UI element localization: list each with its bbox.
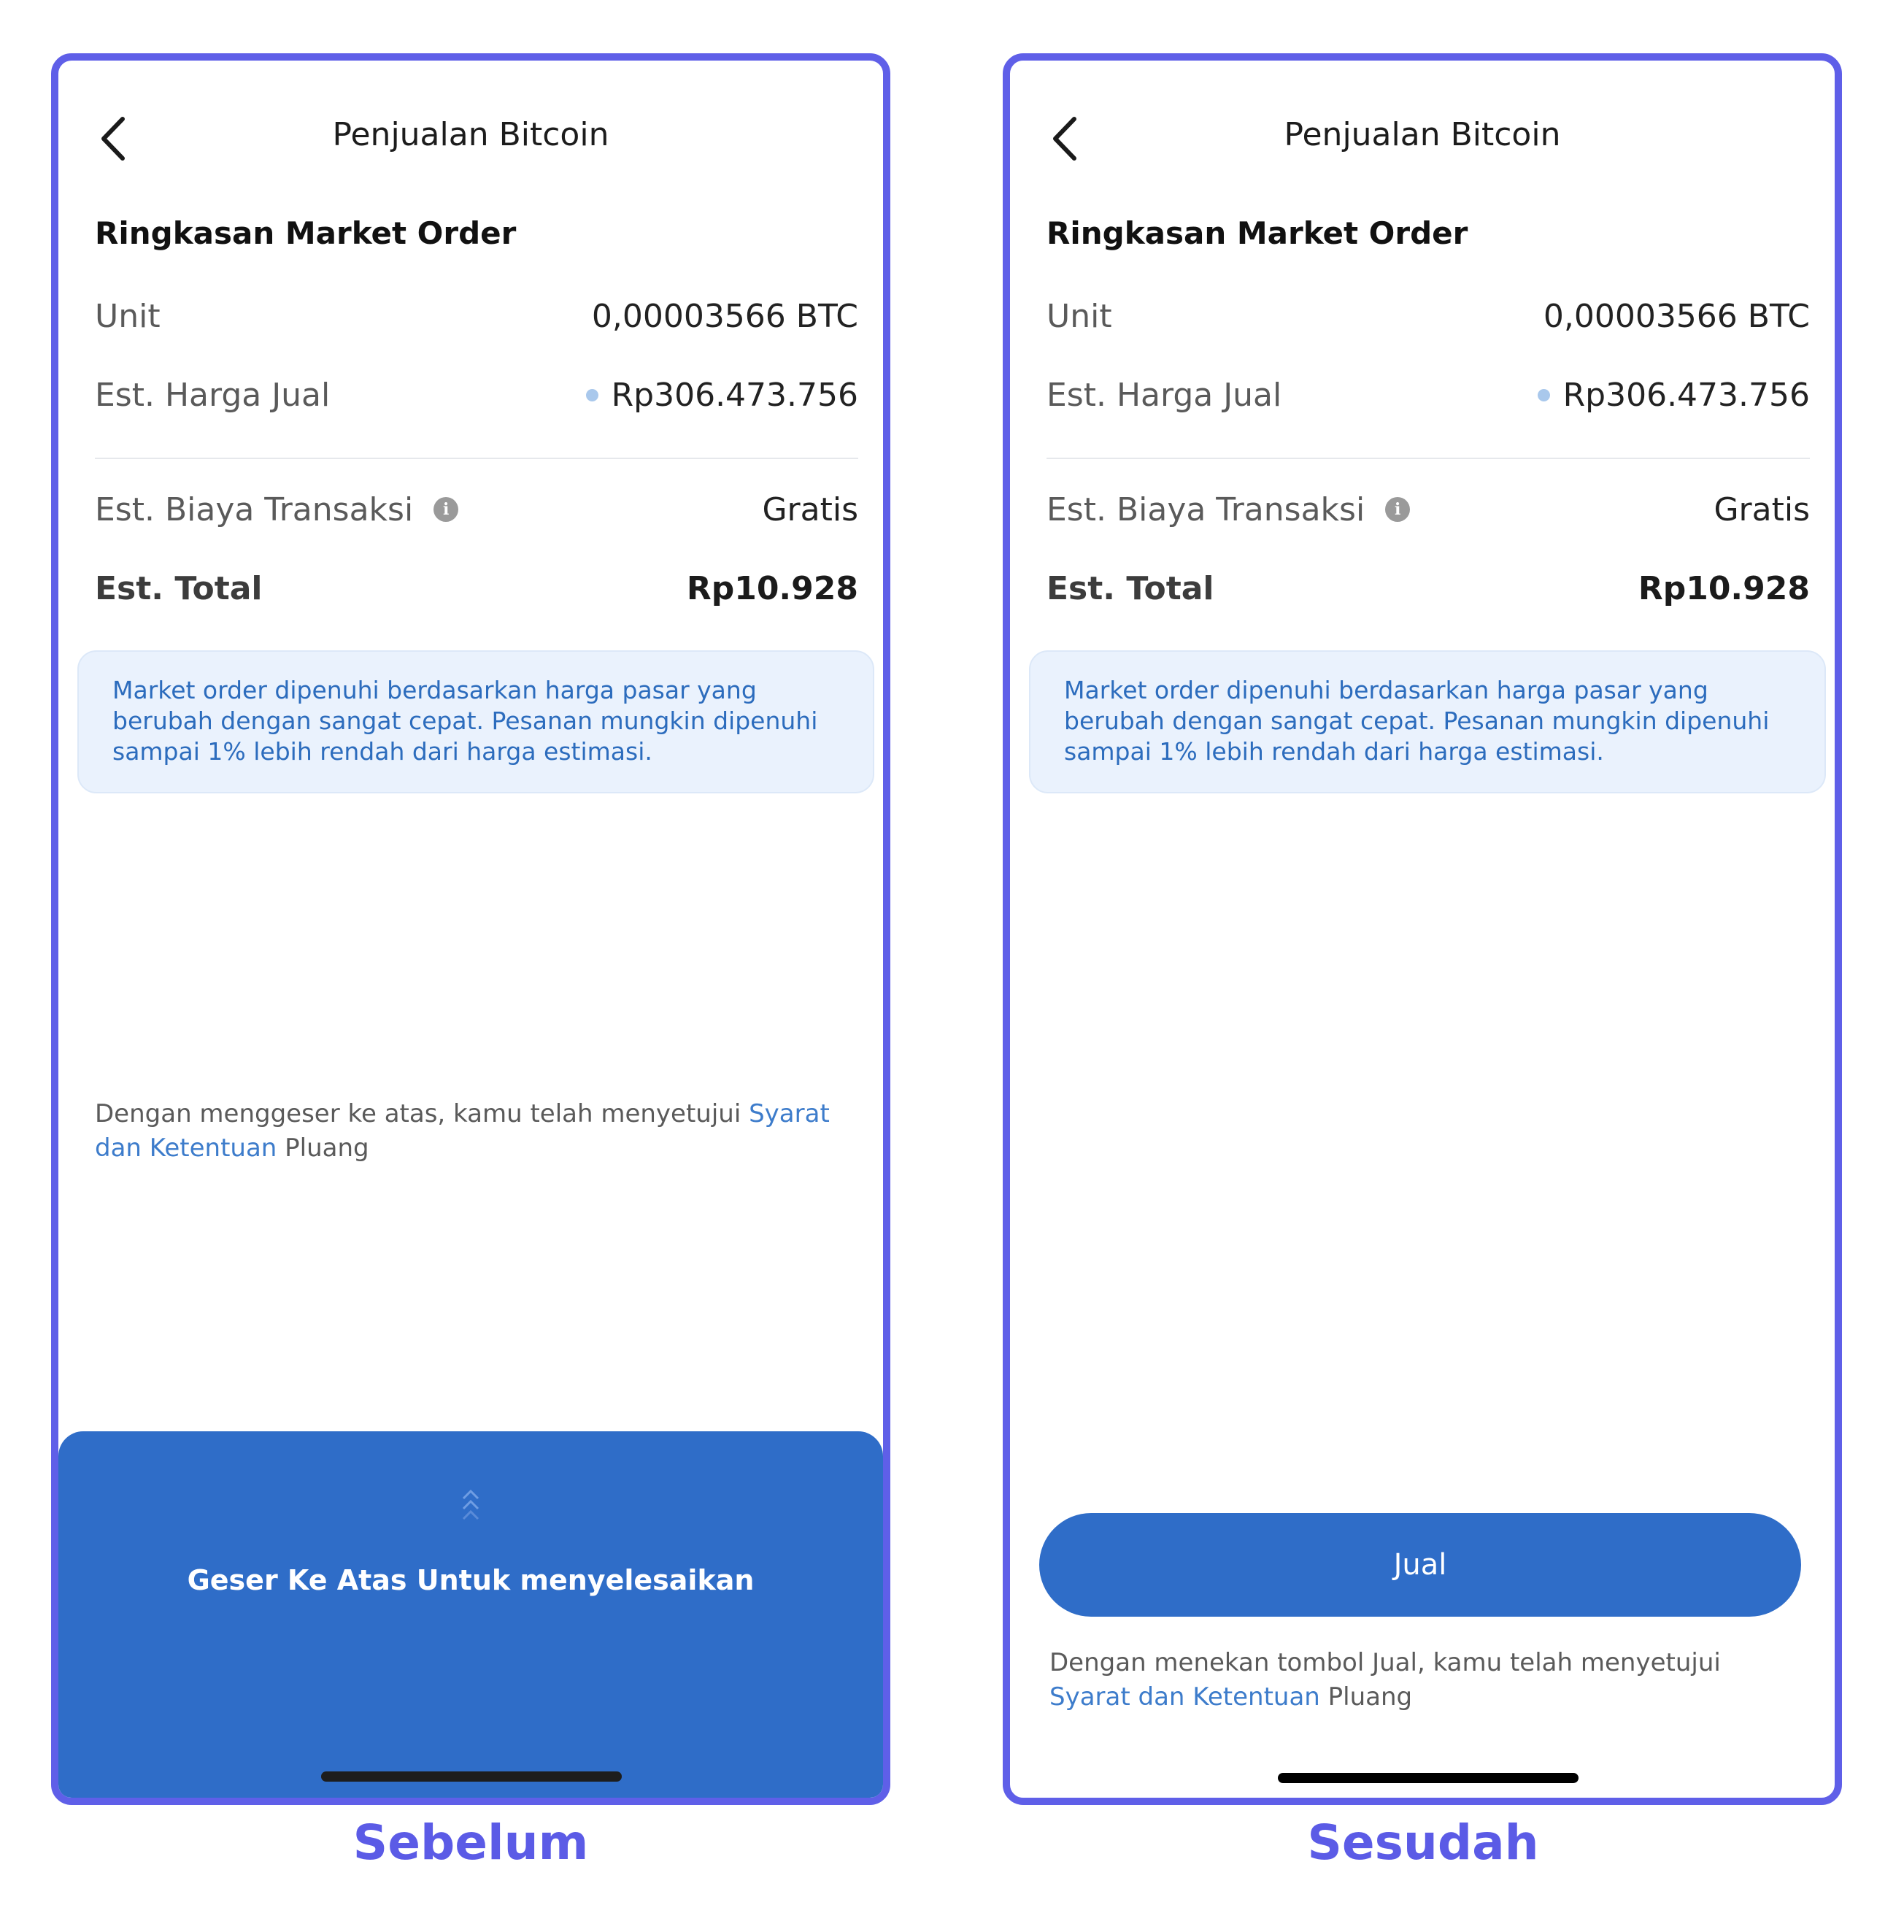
divider xyxy=(95,458,858,459)
terms-suffix: Pluang xyxy=(277,1134,369,1163)
sell-button[interactable]: Jual xyxy=(1039,1513,1801,1617)
terms-link[interactable]: Syarat dan Ketentuan xyxy=(1049,1682,1320,1712)
total-value: Rp10.928 xyxy=(686,570,858,607)
total-value: Rp10.928 xyxy=(1638,570,1810,607)
home-indicator xyxy=(321,1771,622,1782)
terms-text: Dengan menekan tombol Jual, kamu telah m… xyxy=(1049,1646,1805,1714)
divider xyxy=(1047,458,1810,459)
home-indicator xyxy=(1278,1773,1579,1783)
live-dot-icon xyxy=(1537,388,1550,401)
price-value-row: Rp306.473.756 xyxy=(1537,377,1810,414)
caption-after: Sesudah xyxy=(1307,1814,1539,1871)
unit-label: Unit xyxy=(1047,298,1112,335)
swipe-label: Geser Ke Atas Untuk menyelesaikan xyxy=(187,1564,755,1596)
total-label: Est. Total xyxy=(1047,570,1214,607)
fee-label-row: Est. Biaya Transaksi i xyxy=(1047,491,1411,528)
phone-screen-after: Penjualan Bitcoin Ringkasan Market Order… xyxy=(1003,53,1842,1805)
fee-label: Est. Biaya Transaksi xyxy=(1047,491,1365,528)
fee-value: Gratis xyxy=(1714,491,1810,528)
summary-heading: Ringkasan Market Order xyxy=(95,215,517,251)
total-label: Est. Total xyxy=(95,570,263,607)
price-value: Rp306.473.756 xyxy=(611,377,858,414)
unit-value: 0,00003566 BTC xyxy=(1543,298,1810,335)
summary-heading: Ringkasan Market Order xyxy=(1047,215,1468,251)
price-label: Est. Harga Jual xyxy=(1047,377,1282,414)
fee-label-row: Est. Biaya Transaksi i xyxy=(95,491,459,528)
live-dot-icon xyxy=(585,388,598,401)
info-icon[interactable]: i xyxy=(433,497,459,522)
market-order-notice: Market order dipenuhi berdasarkan harga … xyxy=(1029,650,1826,793)
price-value: Rp306.473.756 xyxy=(1562,377,1810,414)
terms-text: Dengan menggeser ke atas, kamu telah men… xyxy=(95,1097,851,1166)
price-label: Est. Harga Jual xyxy=(95,377,331,414)
terms-prefix: Dengan menekan tombol Jual, kamu telah m… xyxy=(1049,1648,1721,1677)
page-title: Penjualan Bitcoin xyxy=(332,116,609,153)
unit-value: 0,00003566 BTC xyxy=(591,298,858,335)
caption-before: Sebelum xyxy=(352,1814,589,1871)
page-title: Penjualan Bitcoin xyxy=(1284,116,1561,153)
info-icon[interactable]: i xyxy=(1385,497,1411,522)
double-chevron-up-icon xyxy=(58,1484,883,1528)
fee-value: Gratis xyxy=(762,491,858,528)
phone-screen-before: Penjualan Bitcoin Ringkasan Market Order… xyxy=(51,53,890,1805)
price-value-row: Rp306.473.756 xyxy=(585,377,858,414)
market-order-notice: Market order dipenuhi berdasarkan harga … xyxy=(77,650,874,793)
fee-label: Est. Biaya Transaksi xyxy=(95,491,414,528)
unit-label: Unit xyxy=(95,298,161,335)
terms-suffix: Pluang xyxy=(1319,1682,1413,1712)
terms-prefix: Dengan menggeser ke atas, kamu telah men… xyxy=(95,1099,749,1128)
